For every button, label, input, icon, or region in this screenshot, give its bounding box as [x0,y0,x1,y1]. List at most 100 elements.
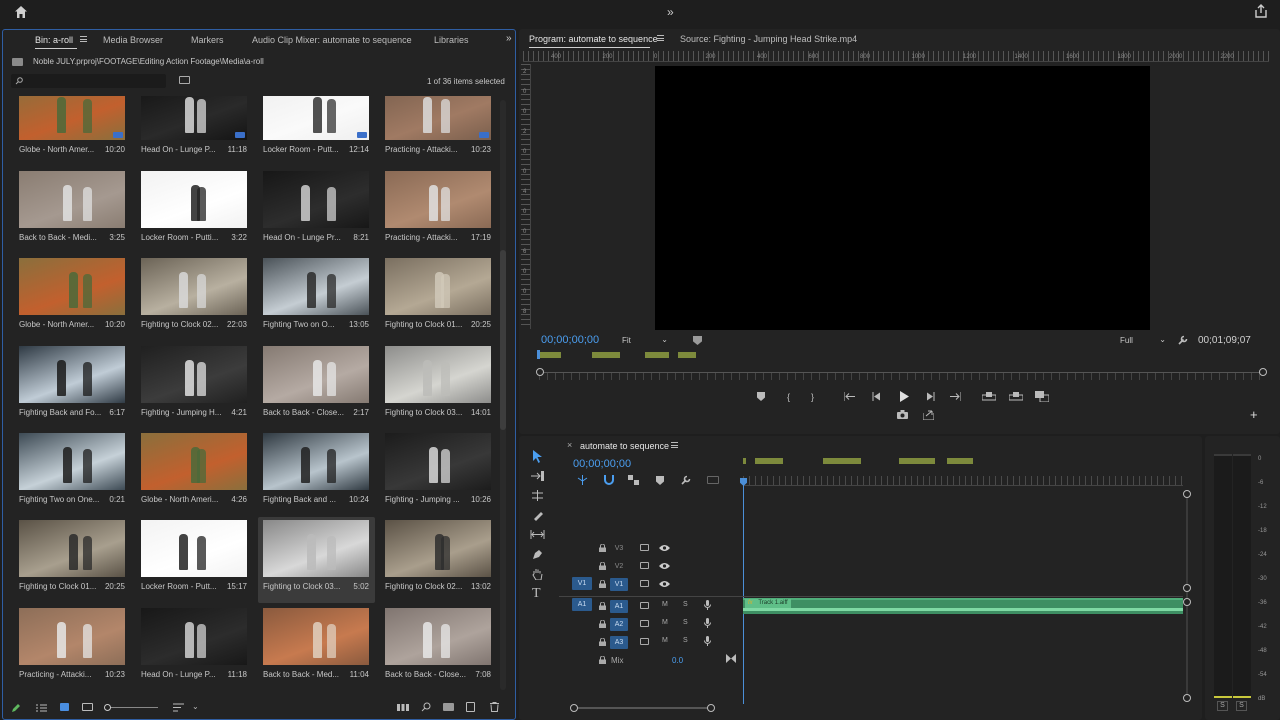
timeline-close-icon[interactable]: × [567,440,572,450]
razor-tool-icon[interactable] [532,510,543,521]
tab-bin-a-roll[interactable]: Bin: a-roll [35,35,73,45]
pencil-icon[interactable] [11,703,21,713]
solo-right-button[interactable]: S [1236,701,1247,711]
program-scrubber[interactable] [536,368,1267,380]
clip-thumbnail[interactable] [19,520,125,577]
share-icon[interactable] [1254,4,1268,18]
go-to-out-icon[interactable] [950,392,961,401]
clip-thumbnail[interactable] [263,433,369,490]
hscroll-right-handle[interactable] [707,704,715,712]
sync-lock-icon[interactable] [640,620,649,627]
slip-tool-icon[interactable] [530,530,545,539]
compare-view-icon[interactable] [1035,391,1049,402]
trash-icon[interactable] [490,702,499,712]
tab-audio-clip-mixer[interactable]: Audio Clip Mixer: automate to sequence [252,35,412,45]
find-icon[interactable] [421,702,431,712]
sync-lock-icon[interactable] [640,638,649,645]
vscroll-top-handle[interactable] [1183,490,1191,498]
clip-thumbnail[interactable] [141,520,247,577]
clip-thumbnail[interactable] [19,608,125,665]
lock-icon[interactable] [599,544,606,552]
vscroll-mid2-handle[interactable] [1183,598,1191,606]
lock-icon[interactable] [599,602,606,610]
solo-left-button[interactable]: S [1217,701,1228,711]
wrench-icon[interactable] [1178,335,1188,345]
track-select-tool-icon[interactable] [531,471,544,481]
eye-icon[interactable] [659,580,670,588]
captions-icon[interactable] [707,476,719,484]
clip-thumbnail[interactable] [19,433,125,490]
eye-icon[interactable] [659,562,670,570]
solo-button[interactable]: S [683,619,688,626]
lock-icon[interactable] [599,620,606,628]
quality-select[interactable]: Full ⌄ [1120,334,1168,347]
clip-thumbnail[interactable] [19,171,125,228]
mute-button[interactable]: M [662,637,668,644]
marker-icon[interactable] [757,392,765,401]
scrubber-left-handle[interactable] [536,368,544,376]
icon-view-icon[interactable] [60,703,69,711]
play-icon[interactable] [900,391,909,402]
microphone-icon[interactable] [704,600,711,610]
search-input[interactable] [11,74,166,88]
solo-button[interactable]: S [683,637,688,644]
zoom-select[interactable]: Fit ⌄ [622,334,670,347]
program-timecode[interactable]: 00;00;00;00 [541,334,599,346]
track-target-V3[interactable]: V3 [610,542,628,555]
source-patch-v1[interactable]: V1 [572,577,592,590]
freeform-view-icon[interactable] [82,703,93,711]
chevron-down-icon[interactable]: ⌄ [192,702,199,711]
hand-tool-icon[interactable] [532,568,543,580]
track-target-A1[interactable]: A1 [610,600,628,613]
microphone-icon[interactable] [704,618,711,628]
clip-thumbnail[interactable] [263,346,369,403]
clip-thumbnail[interactable] [141,433,247,490]
insert-icon[interactable] [923,410,934,420]
audio-clip[interactable]: fx Track 1.aiff [743,598,1183,614]
mix-lock-icon[interactable] [599,656,606,664]
tab-markers[interactable]: Markers [191,35,224,45]
lock-icon[interactable] [599,638,606,646]
nest-icon[interactable] [577,475,588,485]
sort-icon[interactable] [173,703,184,712]
bin-scrollbar[interactable] [500,100,506,690]
track-target-V2[interactable]: V2 [610,560,628,573]
tab-sequence[interactable]: automate to sequence [580,441,669,451]
track-target-A2[interactable]: A2 [610,618,628,631]
linked-selection-icon[interactable] [628,475,639,485]
selection-tool-icon[interactable] [532,450,543,463]
source-patch-a1[interactable]: A1 [572,598,592,611]
export-frame-icon[interactable] [897,410,908,419]
sync-lock-icon[interactable] [640,580,649,587]
clip-thumbnail[interactable] [19,96,125,140]
sync-lock-icon[interactable] [640,602,649,609]
add-button-icon[interactable]: + [1250,408,1258,421]
clip-thumbnail[interactable] [141,258,247,315]
zoom-slider[interactable] [104,704,158,711]
new-search-bin-icon[interactable] [179,76,190,84]
list-view-icon[interactable] [36,704,47,712]
ripple-edit-tool-icon[interactable] [532,490,543,501]
hscroll-left-handle[interactable] [570,704,578,712]
program-video-frame[interactable] [655,66,1150,330]
clip-thumbnail[interactable] [385,346,491,403]
pen-tool-icon[interactable] [532,549,543,560]
timeline-timecode[interactable]: 00;00;00;00 [573,458,631,470]
panel-overflow-icon[interactable]: » [506,33,512,44]
microphone-icon[interactable] [704,636,711,646]
sync-lock-icon[interactable] [640,562,649,569]
vscroll-bottom-handle[interactable] [1183,694,1191,702]
zoom-slider-handle[interactable] [104,704,111,711]
mute-button[interactable]: M [662,619,668,626]
clip-thumbnail[interactable] [19,346,125,403]
step-forward-icon[interactable] [925,392,935,401]
tab-libraries[interactable]: Libraries [434,35,469,45]
track-target-V1[interactable]: V1 [610,578,628,591]
lock-icon[interactable] [599,580,606,588]
new-item-icon[interactable] [466,702,475,712]
clip-thumbnail[interactable] [263,171,369,228]
step-back-icon[interactable] [872,392,882,401]
automate-to-sequence-icon[interactable] [397,703,409,712]
clip-thumbnail[interactable] [263,608,369,665]
clip-thumbnail[interactable] [141,346,247,403]
